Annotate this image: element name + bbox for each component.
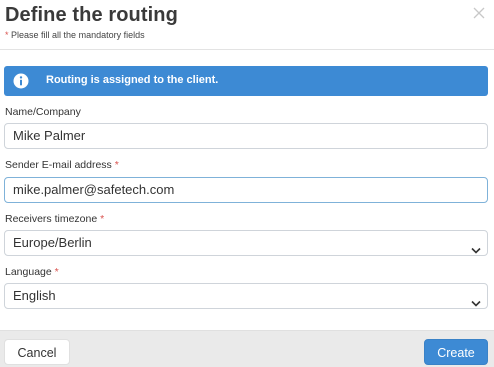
required-note-text: Please fill all the mandatory fields: [11, 30, 145, 40]
name-label: Name/Company: [5, 106, 81, 118]
routing-dialog: Define the routing * Please fill all the…: [0, 0, 494, 367]
create-button[interactable]: Create: [424, 339, 488, 365]
email-required-star: *: [114, 159, 119, 171]
language-select[interactable]: English: [4, 283, 488, 309]
name-input[interactable]: Mike Palmer: [4, 123, 488, 149]
chevron-down-icon: [471, 239, 481, 254]
timezone-value: Europe/Berlin: [13, 235, 92, 250]
alert-message: Routing is assigned to the client.: [46, 74, 219, 86]
info-icon: [13, 73, 29, 89]
language-label-text: Language: [5, 266, 52, 278]
dialog-header: Define the routing * Please fill all the…: [0, 0, 494, 50]
timezone-select[interactable]: Europe/Berlin: [4, 230, 488, 256]
required-star: *: [5, 30, 9, 40]
timezone-required-star: *: [100, 213, 105, 225]
email-label-text: Sender E-mail address: [5, 159, 112, 171]
cancel-button[interactable]: Cancel: [4, 339, 70, 365]
email-label: Sender E-mail address *: [5, 159, 119, 171]
close-icon[interactable]: [472, 6, 486, 20]
timezone-label-text: Receivers timezone: [5, 213, 98, 225]
language-required-star: *: [54, 266, 59, 278]
timezone-label: Receivers timezone *: [5, 213, 104, 225]
dialog-title: Define the routing: [5, 4, 178, 26]
name-label-text: Name/Company: [5, 106, 81, 118]
email-input[interactable]: mike.palmer@safetech.com: [4, 177, 488, 203]
dialog-footer: Cancel Create: [0, 330, 494, 367]
chevron-down-icon: [471, 292, 481, 307]
language-value: English: [13, 288, 56, 303]
language-label: Language *: [5, 266, 59, 278]
required-fields-note: * Please fill all the mandatory fields: [5, 30, 145, 40]
info-alert: Routing is assigned to the client.: [4, 66, 488, 96]
